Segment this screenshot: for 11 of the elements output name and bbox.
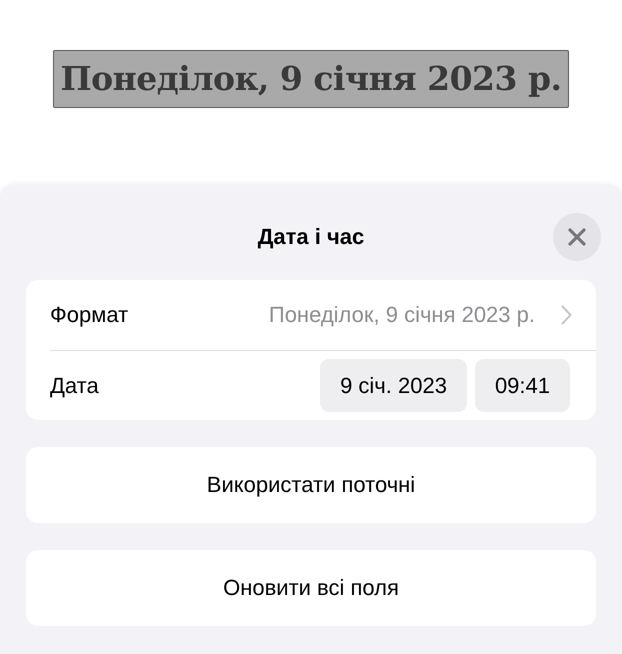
selected-date-text: Понеділок, 9 січня 2023 р. <box>53 50 569 108</box>
row-label: Дата <box>50 372 100 398</box>
close-button[interactable] <box>553 213 601 261</box>
action-button[interactable]: Оновити всі поля <box>26 550 596 626</box>
action-button[interactable]: Використати поточні <box>26 447 596 523</box>
picker-button[interactable]: 09:41 <box>474 359 570 412</box>
sheet-title: Дата і час <box>258 224 364 250</box>
format-value: Понеділок, 9 січня 2023 р. <box>268 302 535 328</box>
picker-button[interactable]: 9 січ. 2023 <box>320 359 467 412</box>
row-label: Формат <box>50 302 130 328</box>
close-icon <box>568 228 586 246</box>
